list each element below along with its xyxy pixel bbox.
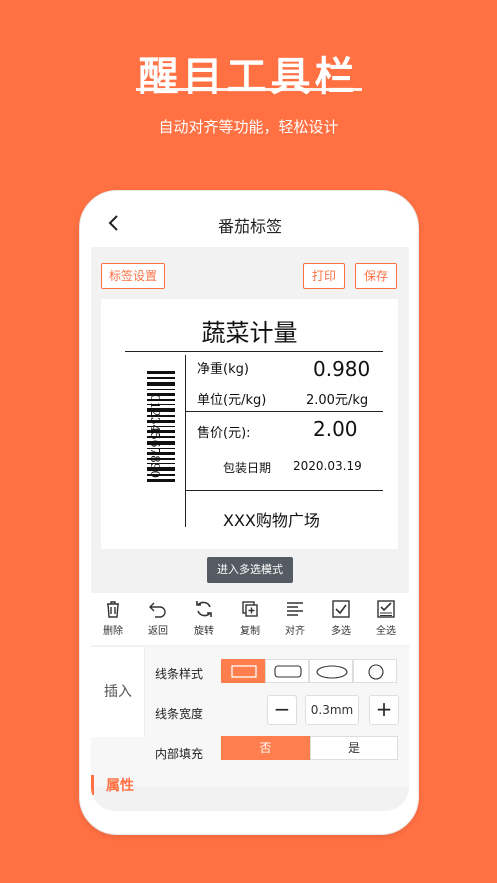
copy-icon xyxy=(242,601,258,617)
tool-label: 多选 xyxy=(331,626,351,637)
action-row: 标签设置 打印 保存 xyxy=(91,247,409,297)
label-settings-button[interactable]: 标签设置 xyxy=(101,263,165,289)
label-title[interactable]: 蔬菜计量 xyxy=(101,313,398,348)
promo-title: 醒目工具栏 xyxy=(138,54,359,100)
divider-bottom xyxy=(185,490,383,491)
rounded-rectangle-icon xyxy=(274,665,302,678)
align-icon xyxy=(287,602,303,616)
line-style-circle[interactable] xyxy=(353,659,397,683)
insert-tab[interactable]: 插入 xyxy=(91,647,145,737)
fill-option-no[interactable]: 否 xyxy=(221,736,310,760)
tool-label: 返回 xyxy=(148,626,168,637)
tool-label: 对齐 xyxy=(285,626,305,637)
trash-icon xyxy=(107,601,119,618)
ellipse-icon xyxy=(316,665,348,679)
unit-value: 2.00元/kg xyxy=(306,393,369,408)
checkbox-icon xyxy=(332,600,350,618)
app-screen: 番茄标签 标签设置 打印 保存 蔬菜计量 01234567890 净重(kg) … xyxy=(91,201,409,811)
tool-label: 删除 xyxy=(103,626,123,637)
rectangle-icon xyxy=(231,665,257,678)
net-weight-value: 0.980 xyxy=(313,357,371,381)
print-button[interactable]: 打印 xyxy=(303,263,345,289)
tool-label: 全选 xyxy=(376,626,396,637)
multi-select-tool[interactable]: 多选 xyxy=(321,599,361,637)
promo-subtitle: 自动对齐等功能，轻松设计 xyxy=(158,118,339,136)
copy-tool[interactable]: 复制 xyxy=(230,599,270,637)
fill-option-yes[interactable]: 是 xyxy=(310,736,398,760)
price-value: 2.00 xyxy=(313,417,358,441)
insert-tab-label: 插入 xyxy=(104,684,132,700)
page-title: 番茄标签 xyxy=(217,217,282,236)
line-style-rectangle[interactable] xyxy=(221,659,265,683)
store-name: XXX购物广场 xyxy=(223,511,320,530)
align-tool[interactable]: 对齐 xyxy=(275,599,315,637)
line-width-label: 线条宽度 xyxy=(155,707,204,721)
divider-mid xyxy=(185,411,383,412)
properties-panel: 插入 线条样式 线条宽度 − 0.3mm + 内部填充 xyxy=(91,647,409,787)
select-all-tool[interactable]: 全选 xyxy=(366,599,406,637)
save-button[interactable]: 保存 xyxy=(355,263,397,289)
select-all-icon xyxy=(377,600,395,618)
line-style-ellipse[interactable] xyxy=(309,659,353,683)
line-style-label: 线条样式 xyxy=(155,667,204,681)
rotate-icon xyxy=(196,601,212,617)
circle-icon xyxy=(368,664,384,680)
line-width-plus-button[interactable]: + xyxy=(369,695,399,725)
pack-date-label: 包装日期 xyxy=(223,461,272,475)
tool-bar: 删除 返回 旋转 复制 对齐 多选 全选 xyxy=(91,593,409,645)
line-width-minus-button[interactable]: − xyxy=(267,695,297,725)
tool-label: 旋转 xyxy=(194,626,214,637)
pack-date-value: 2020.03.19 xyxy=(293,459,362,473)
attributes-tab[interactable]: 属性 xyxy=(91,775,134,795)
fill-label: 内部填充 xyxy=(155,747,204,761)
promo-underline xyxy=(136,88,362,91)
divider-top xyxy=(125,351,383,352)
undo-tool[interactable]: 返回 xyxy=(138,599,178,637)
undo-icon xyxy=(149,602,166,618)
rotate-tool[interactable]: 旋转 xyxy=(184,599,224,637)
unit-label: 单位(元/kg) xyxy=(197,393,267,408)
phone-frame: 番茄标签 标签设置 打印 保存 蔬菜计量 01234567890 净重(kg) … xyxy=(79,190,419,835)
label-canvas[interactable]: 蔬菜计量 01234567890 净重(kg) 0.980 单位(元/kg) 2… xyxy=(101,299,398,549)
top-bar: 番茄标签 xyxy=(91,201,409,247)
divider-vertical xyxy=(185,355,186,527)
net-weight-label: 净重(kg) xyxy=(197,362,249,377)
line-style-rounded[interactable] xyxy=(265,659,309,683)
multi-select-mode-button[interactable]: 进入多选模式 xyxy=(207,557,293,583)
barcode-number: 01234567890 xyxy=(148,394,162,478)
price-label: 售价(元): xyxy=(197,426,251,441)
delete-tool[interactable]: 删除 xyxy=(93,599,133,637)
tool-label: 复制 xyxy=(240,626,260,637)
line-width-value[interactable]: 0.3mm xyxy=(305,695,359,725)
